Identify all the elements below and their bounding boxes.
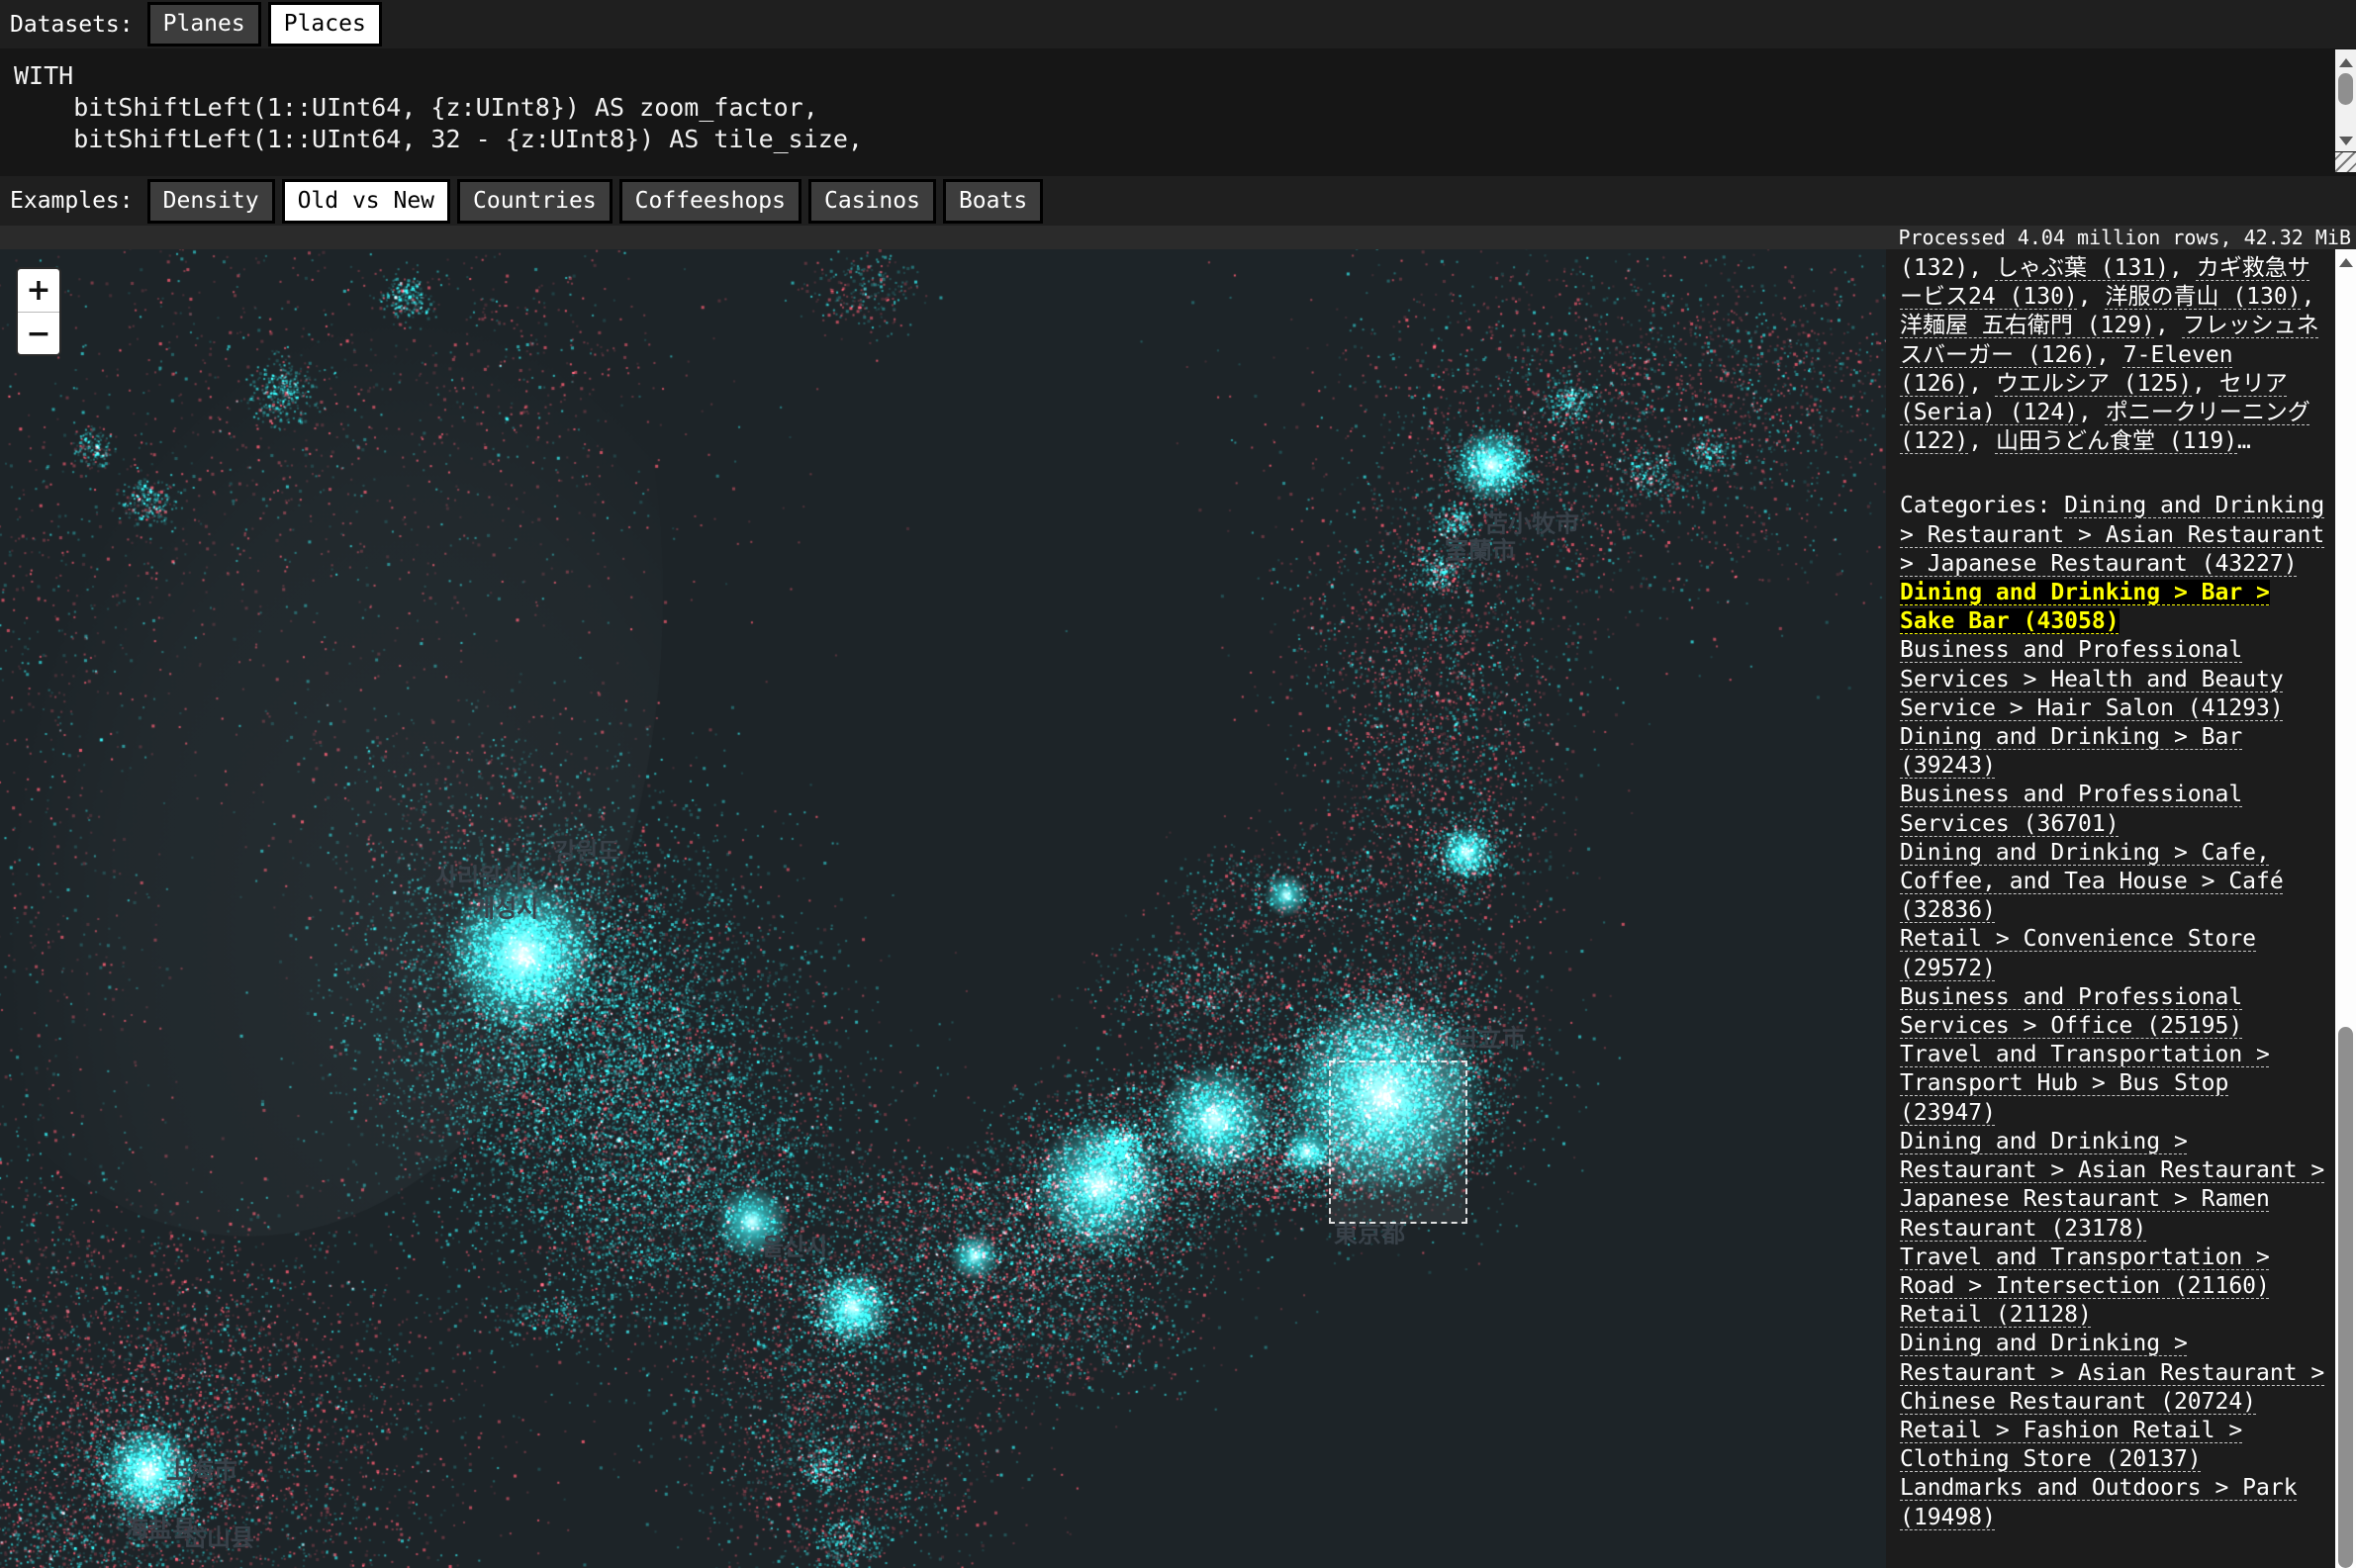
categories-list: Categories: Dining and Drinking > Restau… [1900,492,2327,1531]
brand-link[interactable]: 洋麺屋 五右衛門 (129) [1900,313,2155,338]
category-link[interactable]: Travel and Transportation > Road > Inter… [1900,1245,2270,1299]
examples_bar-button-countries[interactable]: Countries [457,179,613,224]
status-text: Processed 4.04 million rows, 42.32 MiB [1898,226,2351,249]
examples_bar-button-casinos[interactable]: Casinos [808,179,936,224]
sidebar-scrollbar[interactable] [2335,249,2356,1568]
map-place-label: 개성시 [473,889,538,924]
category-link[interactable]: Business and Professional Services > Hea… [1900,637,2284,720]
category-link[interactable]: Business and Professional Services (3670… [1900,782,2242,836]
map-selection-rectangle[interactable] [1329,1061,1467,1224]
datasets-bar: Datasets: PlanesPlaces [0,0,2356,48]
datasets-button-group: PlanesPlaces [147,2,389,46]
code-scrollbar-thumb[interactable] [2338,73,2353,105]
examples-bar: Examples: DensityOld vs NewCountriesCoff… [0,176,2356,226]
results-sidebar: (132), しゃぶ葉 (131), カギ救急サービス24 (130), 洋服の… [1886,249,2335,1568]
category-link-selected[interactable]: Dining and Drinking > Bar > Sake Bar (43… [1900,580,2270,634]
examples_bar-button-density[interactable]: Density [147,179,275,224]
category-link[interactable]: Dining and Drinking > Restaurant > Asian… [1900,1331,2324,1414]
map-place-label: 室蘭市 [1445,531,1516,566]
map-place-label: 울산시 [762,1228,827,1262]
sidebar-scrollbar-thumb[interactable] [2338,1027,2353,1568]
brand-link[interactable]: 洋服の青山 (130) [2105,284,2301,310]
category-link[interactable]: Retail > Convenience Store (29572) [1900,926,2256,980]
sql-editor[interactable]: WITH bitShiftLeft(1::UInt64, {z:UInt8}) … [0,48,2356,176]
scroll-up-icon[interactable] [2339,258,2353,267]
datasets-label: Datasets: [10,12,134,38]
map-place-label: 岱山县 [183,1519,254,1553]
examples-button-group: DensityOld vs NewCountriesCoffeeshopsCas… [147,179,1051,224]
scroll-down-icon[interactable] [2339,137,2353,145]
category-link[interactable]: Landmarks and Outdoors > Park (19498) [1900,1475,2298,1529]
category-link[interactable]: Retail (21128) [1900,1302,2092,1328]
category-link[interactable]: Travel and Transportation > Transport Hu… [1900,1042,2270,1125]
category-link[interactable]: Dining and Drinking > Cafe, Coffee, and … [1900,840,2284,923]
map-zoom-control: + − [16,267,61,356]
code-scrollbar[interactable] [2335,49,2356,151]
category-link[interactable]: Dining and Drinking > Restaurant > Asian… [1900,1129,2324,1242]
brands-ellipsis: … [2237,428,2251,454]
map-place-label: 上海市 [166,1451,237,1486]
brand-link[interactable]: しゃぶ葉 (131) [1996,255,2169,281]
map-place-label: 日立市 [1455,1019,1526,1054]
scroll-up-icon[interactable] [2339,58,2353,67]
zoom-in-button[interactable]: + [18,269,59,313]
categories-label: Categories: [1900,493,2064,518]
zoom-out-button[interactable]: − [18,313,59,355]
status-bar: Processed 4.04 million rows, 42.32 MiB [0,226,2356,249]
brand-link[interactable]: ウエルシア (125) [1996,371,2192,397]
examples_bar-button-boats[interactable]: Boats [943,179,1043,224]
brand-link[interactable]: 山田うどん食堂 (119) [1996,428,2237,454]
examples-label: Examples: [10,188,134,214]
category-link[interactable]: Retail > Fashion Retail > Clothing Store… [1900,1418,2242,1472]
category-link[interactable]: Dining and Drinking > Bar (39243) [1900,724,2242,779]
map-place-label: 강원도 [554,832,619,867]
datasets_bar-button-planes[interactable]: Planes [147,2,261,46]
brands-list: (132), しゃぶ葉 (131), カギ救急サービス24 (130), 洋服の… [1900,254,2327,456]
sql-code-text[interactable]: WITH bitShiftLeft(1::UInt64, {z:UInt8}) … [14,60,863,155]
map-place-label: 사리원시 [435,858,522,892]
resize-grip-icon[interactable] [2335,152,2356,172]
brands-leading-fragment: (132), [1900,255,1996,281]
examples_bar-button-coffeeshops[interactable]: Coffeeshops [619,179,801,224]
datasets_bar-button-places[interactable]: Places [268,2,382,46]
examples_bar-button-old-vs-new[interactable]: Old vs New [282,179,450,224]
category-link[interactable]: Business and Professional Services > Off… [1900,984,2242,1039]
